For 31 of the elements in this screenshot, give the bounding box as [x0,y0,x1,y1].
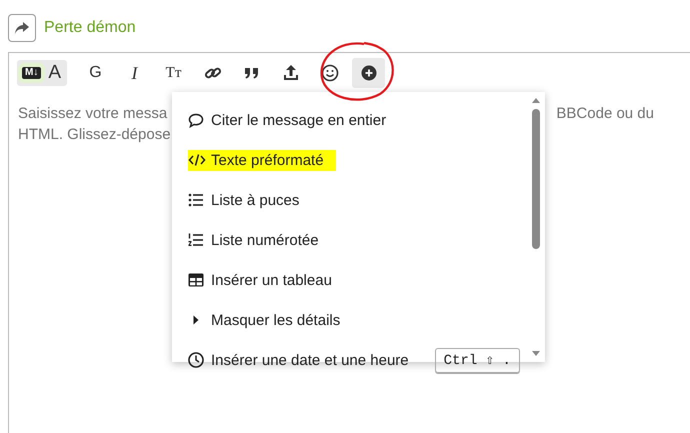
table-icon [188,273,204,287]
menu-item[interactable]: Liste numérotée [172,220,528,260]
numbered-list-icon [188,233,204,247]
mode-option[interactable]: M↓ [22,67,42,79]
placeholder-text: BBCode ou du [556,104,655,124]
mode-toggle[interactable]: M↓ A [17,60,68,86]
bullet-list-icon [188,193,204,207]
code-icon [188,153,206,167]
bold-button[interactable]: G [79,58,112,88]
menu-item[interactable]: Masquer les détails [172,300,528,340]
keyboard-shortcut: Ctrl ⇧ . [434,348,520,372]
mode-option[interactable]: A [44,62,66,84]
clock-icon [188,352,204,368]
quote-icon [244,67,260,79]
caret-right-icon [193,315,199,325]
menu-item[interactable]: Citer le message en entier [172,100,528,140]
menu-item[interactable]: Liste à puces [172,180,528,220]
speech-bubble-icon [188,112,204,128]
smiley-icon [320,64,339,82]
placeholder-text: HTML. Glissez-dépose [18,125,171,145]
more-button[interactable] [352,58,386,88]
reply-button[interactable] [8,14,36,42]
share-arrow-icon [14,21,30,35]
menu-item[interactable]: Texte préformaté [172,140,528,180]
upload-icon [282,64,300,82]
placeholder-text: Saisissez votre messa [18,104,168,124]
menu-item[interactable]: Insérer un tableau [172,260,528,300]
plus-circle-icon [360,65,377,81]
italic-button[interactable]: I [118,58,152,88]
menu-item[interactable]: Insérer une date et une heure Ctrl ⇧ . [172,340,528,380]
heading-button[interactable]: Tт [157,58,190,88]
